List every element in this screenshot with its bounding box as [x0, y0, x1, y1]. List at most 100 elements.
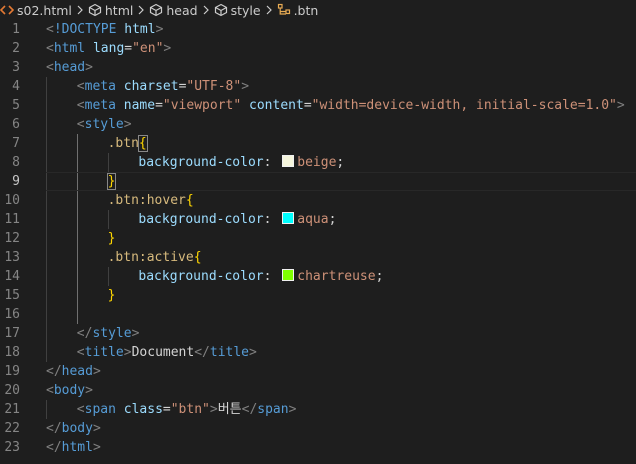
- code-line[interactable]: 6 <style>: [0, 115, 636, 134]
- indent-guide: [46, 229, 47, 248]
- code-content: <meta name="viewport" content="width=dev…: [20, 96, 625, 115]
- indent-guide: [107, 267, 109, 286]
- code-token-punc: </: [241, 402, 258, 417]
- code-line[interactable]: 2 <html lang="en">: [0, 39, 636, 58]
- chevron-right-icon: [136, 5, 146, 15]
- code-editor[interactable]: 1 <!DOCTYPE html> 2 <html lang="en"> 3 <head>…: [0, 20, 636, 457]
- chevron-right-icon: [264, 5, 274, 15]
- css-selector-icon: [277, 3, 291, 17]
- indent-guide: [76, 286, 78, 305]
- code-line[interactable]: 15}: [0, 286, 636, 305]
- code-line[interactable]: 23 </html>: [0, 438, 636, 457]
- code-token-attr: html: [124, 22, 156, 37]
- line-number: 19: [4, 364, 20, 379]
- code-token-bracematch: }: [106, 173, 117, 190]
- code-token-attr: content: [249, 98, 304, 113]
- code-line[interactable]: 17 </style>: [0, 324, 636, 343]
- code-token-str: "btn": [170, 402, 210, 417]
- color-swatch[interactable]: [282, 155, 295, 167]
- code-token-tag: meta: [84, 98, 116, 113]
- code-line[interactable]: 11 background-color: aqua;: [0, 210, 636, 229]
- code-token-punc: >: [123, 117, 132, 132]
- code-line[interactable]: 12}: [0, 229, 636, 248]
- code-content: background-color: aqua;: [20, 210, 336, 229]
- code-line[interactable]: 13 .btn:active{: [0, 248, 636, 267]
- code-token-punc: >: [209, 402, 218, 417]
- indent-guide: [46, 286, 47, 305]
- indent-guide: [76, 134, 78, 153]
- code-line[interactable]: 14 background-color: chartreuse;: [0, 267, 636, 286]
- code-token-punc: </: [46, 364, 62, 379]
- code-token-tag: span: [84, 402, 116, 417]
- code-line[interactable]: 4 <meta charset="UTF-8">: [0, 77, 636, 96]
- code-content: <body>: [20, 381, 93, 400]
- breadcrumb-style[interactable]: style: [214, 3, 261, 18]
- code-line[interactable]: 1 <!DOCTYPE html>: [0, 20, 636, 39]
- code-content: .btn:active{: [20, 248, 202, 267]
- code-token-text: :: [263, 212, 280, 227]
- line-number: 14: [4, 269, 20, 284]
- code-token-punc: <: [46, 22, 54, 37]
- code-token-punc: <: [76, 345, 85, 360]
- code-token-tag: span: [257, 402, 289, 417]
- code-token-tag: title: [209, 345, 250, 360]
- code-token-sel: .btn: [107, 136, 139, 151]
- code-token-tag: head: [53, 60, 86, 75]
- code-line[interactable]: 10 .btn:hover{: [0, 191, 636, 210]
- indent-guide: [76, 191, 78, 210]
- code-token-attr: charset: [123, 79, 179, 94]
- code-line[interactable]: 19 </head>: [0, 362, 636, 381]
- indent-guide: [107, 210, 109, 229]
- code-token-tag: html: [53, 41, 86, 56]
- code-line[interactable]: 8 background-color: beige;: [0, 153, 636, 172]
- code-token-str: "UTF-8": [186, 79, 242, 94]
- code-token-val: aqua: [297, 212, 329, 227]
- line-number: 5: [12, 98, 20, 113]
- code-line[interactable]: 22 </body>: [0, 419, 636, 438]
- code-token-tag: style: [84, 117, 124, 132]
- html-file-icon: [0, 3, 14, 17]
- code-token-punc: >: [288, 402, 297, 417]
- code-line[interactable]: 5 <meta name="viewport" content="width=de…: [0, 96, 636, 115]
- code-line[interactable]: 16: [0, 305, 636, 324]
- code-line[interactable]: 21 <span class="btn">버튼</span>: [0, 400, 636, 419]
- code-token-punc: >: [131, 326, 140, 341]
- code-line[interactable]: 7 .btn{: [0, 134, 636, 153]
- code-content: <!DOCTYPE html>: [20, 20, 163, 39]
- code-line[interactable]: 18 <title>Document</title>: [0, 343, 636, 362]
- code-token-punc: <: [76, 402, 85, 417]
- line-number: 16: [4, 307, 20, 322]
- line-number: 3: [12, 60, 20, 75]
- code-token-val: chartreuse: [297, 269, 376, 284]
- breadcrumb: s02.html html head style .btn: [0, 0, 636, 20]
- indent-guide: [46, 172, 47, 191]
- indent-guide: [76, 305, 78, 324]
- code-content: <title>Document</title>: [20, 343, 257, 362]
- breadcrumb-html[interactable]: html: [88, 3, 133, 18]
- line-number: 17: [4, 326, 20, 341]
- code-token-brace: {: [185, 193, 194, 208]
- code-token-punc: >: [163, 41, 172, 56]
- code-content: .btn{: [20, 134, 148, 153]
- code-line[interactable]: 20 <body>: [0, 381, 636, 400]
- code-token-punc: >: [92, 364, 101, 379]
- code-line[interactable]: 9}: [0, 172, 636, 191]
- code-content: background-color: chartreuse;: [20, 267, 383, 286]
- code-content: <style>: [20, 115, 132, 134]
- code-token-punc: >: [155, 22, 164, 37]
- indent-guide: [46, 400, 47, 419]
- line-number: 1: [12, 22, 20, 37]
- element-icon: [88, 3, 102, 17]
- breadcrumb-file[interactable]: s02.html: [0, 3, 72, 18]
- breadcrumb-head[interactable]: head: [149, 3, 198, 18]
- code-token-text: 버튼: [217, 402, 242, 417]
- code-token-punc: >: [92, 440, 101, 455]
- code-token-text: ;: [328, 212, 337, 227]
- color-swatch[interactable]: [282, 212, 295, 224]
- breadcrumb-selector[interactable]: .btn: [277, 3, 318, 18]
- color-swatch[interactable]: [282, 269, 295, 281]
- code-line[interactable]: 3 <head>: [0, 58, 636, 77]
